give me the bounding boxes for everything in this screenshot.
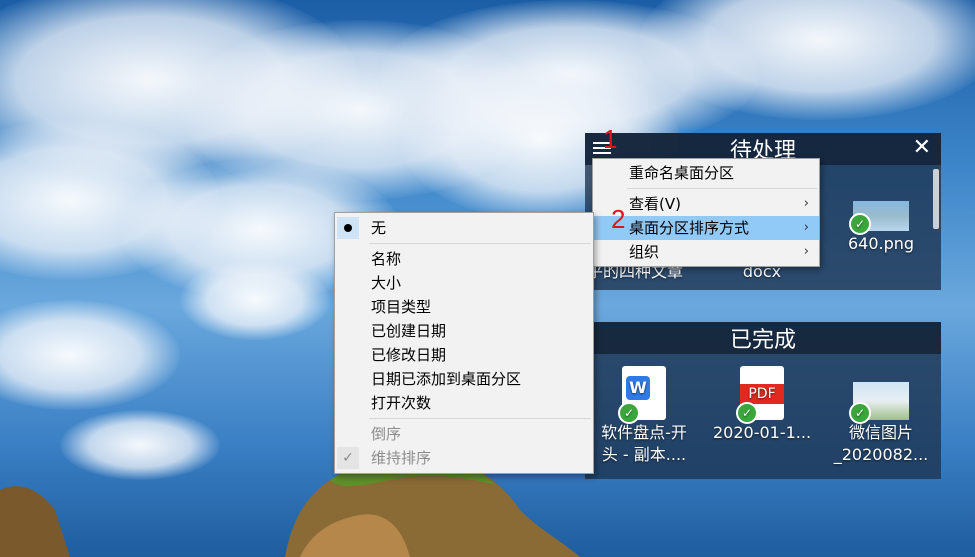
item-label-line1: 软件盘点-开 <box>601 423 687 442</box>
menu-item-label: 查看(V) <box>629 195 681 213</box>
menu-item-label: 大小 <box>371 274 402 292</box>
desktop-item[interactable]: ✓ 640.png <box>826 201 936 255</box>
image-icon: ✓ <box>849 382 909 424</box>
menu-item-label: 桌面分区排序方式 <box>629 219 750 237</box>
chevron-right-icon: › <box>803 244 809 259</box>
desktop-item[interactable]: W ✓ 软件盘点-开 头 - 副本.... <box>589 366 699 466</box>
item-label: 640.png <box>847 234 915 253</box>
sync-check-icon: ✓ <box>618 402 640 424</box>
sort-option-none[interactable]: 无 <box>335 216 593 240</box>
sync-check-icon: ✓ <box>849 402 871 424</box>
sort-option-date-added[interactable]: 日期已添加到桌面分区 <box>335 367 593 391</box>
sort-option-modified[interactable]: 已修改日期 <box>335 343 593 367</box>
menu-item-label: 已创建日期 <box>371 322 447 340</box>
sync-check-icon: ✓ <box>849 213 871 235</box>
item-label-line1: 微信图片 <box>848 423 913 442</box>
menu-item-label: 重命名桌面分区 <box>629 164 735 182</box>
sort-option-reverse[interactable]: 倒序 <box>335 422 593 446</box>
menu-item-label: 打开次数 <box>371 394 432 412</box>
check-icon: ✓ <box>337 447 359 469</box>
menu-item-label: 已修改日期 <box>371 346 447 364</box>
menu-item-label: 组织 <box>629 243 660 261</box>
sort-option-type[interactable]: 项目类型 <box>335 295 593 319</box>
menu-item-rename[interactable]: 重命名桌面分区 <box>593 161 819 185</box>
image-icon: ✓ <box>849 201 909 235</box>
menu-item-label: 日期已添加到桌面分区 <box>371 370 522 388</box>
menu-separator <box>627 188 817 189</box>
sort-option-open-count[interactable]: 打开次数 <box>335 391 593 415</box>
word-doc-icon: W ✓ <box>618 366 666 424</box>
desktop-item[interactable]: ✓ 微信图片 _2020082... <box>826 382 936 466</box>
item-label-line2: 头 - 副本.... <box>601 445 687 464</box>
sort-option-size[interactable]: 大小 <box>335 271 593 295</box>
fence-done: 已完成 W ✓ 软件盘点-开 头 - 副本.... PDF ✓ 2020-01-… <box>585 322 941 479</box>
item-label-line2: _2020082... <box>833 445 929 464</box>
menu-item-label: 维持排序 <box>371 449 432 467</box>
sync-check-icon: ✓ <box>736 402 758 424</box>
fence-done-titlebar[interactable]: 已完成 <box>585 322 941 354</box>
chevron-right-icon: › <box>803 220 809 235</box>
desktop-item[interactable]: PDF ✓ 2020-01-1... <box>707 366 817 444</box>
chevron-right-icon: › <box>803 196 809 211</box>
menu-item-sort[interactable]: 桌面分区排序方式 › <box>593 216 819 240</box>
item-label-line1: 2020-01-1... <box>712 423 812 442</box>
close-icon[interactable]: ✕ <box>913 137 931 159</box>
menu-item-label: 倒序 <box>371 425 402 443</box>
menu-item-organize[interactable]: 组织 › <box>593 240 819 264</box>
sort-option-created[interactable]: 已创建日期 <box>335 319 593 343</box>
annotation-2: 2 <box>611 204 626 234</box>
menu-item-label: 名称 <box>371 250 402 268</box>
menu-item-view[interactable]: 查看(V) › <box>593 192 819 216</box>
sort-option-name[interactable]: 名称 <box>335 247 593 271</box>
menu-separator <box>369 243 591 244</box>
pdf-icon: PDF ✓ <box>736 366 784 424</box>
radio-selected-icon <box>337 217 359 239</box>
sort-submenu: 无 名称 大小 项目类型 已创建日期 已修改日期 日期已添加到桌面分区 打开次数… <box>334 212 594 474</box>
menu-item-label: 项目类型 <box>371 298 432 316</box>
menu-separator <box>369 418 591 419</box>
fence-context-menu: 重命名桌面分区 查看(V) › 桌面分区排序方式 › 组织 › <box>592 158 820 267</box>
annotation-1: 1 <box>603 124 618 154</box>
sort-option-keep[interactable]: ✓ 维持排序 <box>335 446 593 470</box>
menu-item-label: 无 <box>371 219 387 237</box>
fence-done-title: 已完成 <box>729 328 796 353</box>
